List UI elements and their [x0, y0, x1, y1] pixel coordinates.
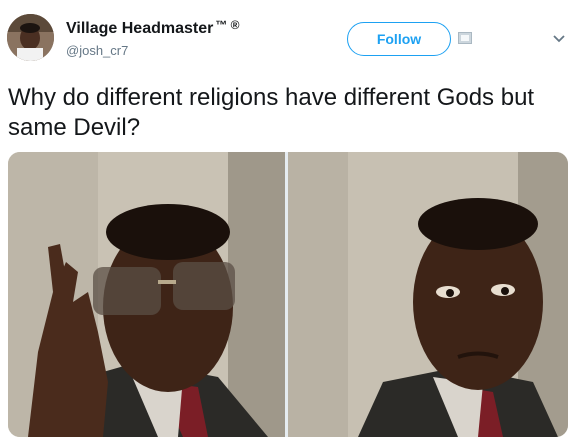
display-name[interactable]: Village Headmaster: [66, 20, 213, 38]
photo-man-no-glasses: [288, 152, 568, 437]
photo-man-glasses: [8, 152, 285, 437]
tweet-text: Why do different religions have differen…: [8, 84, 535, 141]
meme-image-left[interactable]: [8, 152, 285, 437]
avatar-image: [7, 14, 54, 61]
name-row: Village Headmaster ™ ®: [66, 18, 240, 38]
chevron-down-icon[interactable]: [552, 34, 566, 44]
tweet-media[interactable]: [8, 152, 568, 437]
name-badges: ™ ®: [215, 18, 240, 32]
user-handle[interactable]: @josh_cr7: [66, 43, 128, 58]
avatar[interactable]: [7, 14, 54, 61]
meme-image-right[interactable]: [288, 152, 568, 437]
tweet: Village Headmaster ™ ® @josh_cr7 Follow …: [0, 0, 575, 441]
follow-button[interactable]: Follow: [347, 22, 451, 56]
mail-icon[interactable]: [458, 31, 472, 45]
